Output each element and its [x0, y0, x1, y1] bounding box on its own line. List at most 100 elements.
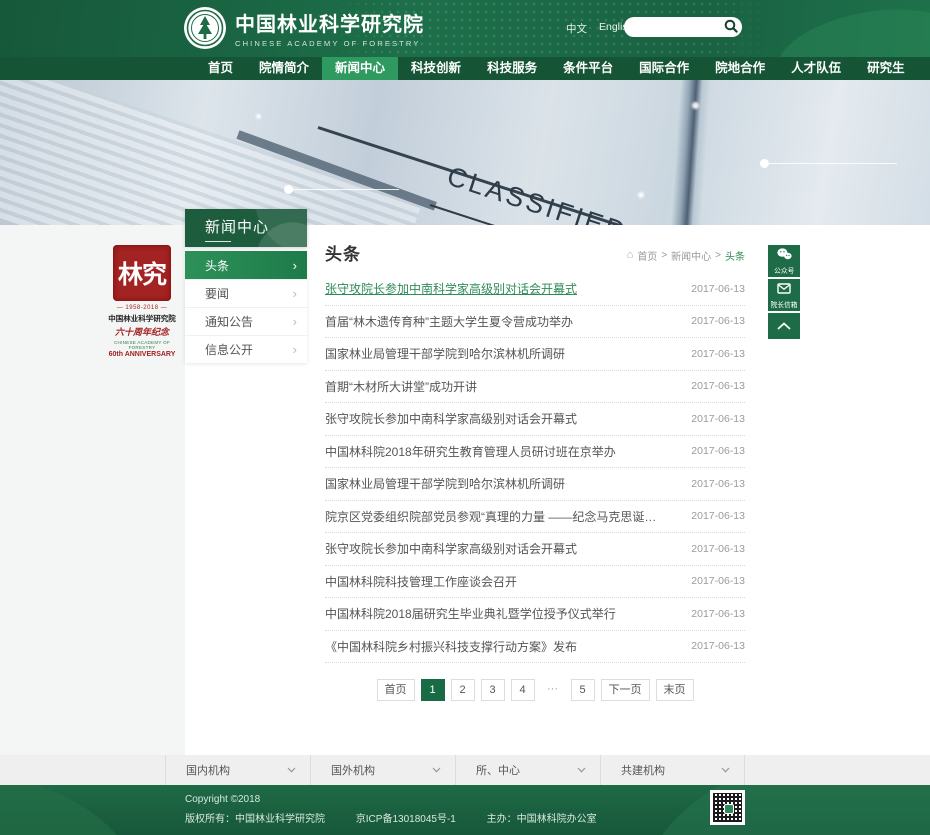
chevron-right-icon: › [293, 315, 297, 328]
home-icon: ⌂ [627, 250, 634, 261]
page-title: 头条 [325, 240, 361, 265]
anniversary-name-cn: 中国林业科学研究院 [100, 313, 184, 324]
pagination-ellipsis: ··· [541, 679, 565, 701]
pagination-last[interactable]: 末页 [656, 679, 694, 701]
sidebar-menu: 头条› 要闻› 通知公告› 信息公开› [185, 251, 307, 363]
nav-item-services[interactable]: 科技服务 [474, 57, 550, 80]
page: 中国林业科学研究院 CHINESE ACADEMY OF FORESTRY 中文… [0, 0, 930, 835]
footer-dropdown-institutes[interactable]: 所、中心 [455, 755, 600, 785]
sidebar-title: 新闻中心 [185, 209, 307, 247]
news-row: 《中国林科院乡村振兴科技支撑行动方案》发布 2017-06-13 [325, 631, 745, 664]
footer-link-bar: 国内机构 国外机构 所、中心 共建机构 [0, 755, 930, 785]
footer-rights: 版权所有：中国林业科学研究院 [185, 814, 325, 825]
wechat-official-account-button[interactable]: 公众号 [768, 245, 800, 277]
news-date: 2017-06-13 [691, 543, 745, 555]
anniversary-seal: 林究 [113, 245, 171, 301]
news-link[interactable]: 首届“林木遗传育种”主题大学生夏令营成功举办 [325, 313, 573, 330]
chevron-right-icon: › [293, 343, 297, 356]
footer-dropdown-joint[interactable]: 共建机构 [600, 755, 745, 785]
search-button[interactable] [723, 19, 739, 35]
news-date: 2017-06-13 [691, 608, 745, 620]
news-row: 首期“木材所大讲堂”成功开讲 2017-06-13 [325, 371, 745, 404]
site-header: 中国林业科学研究院 CHINESE ACADEMY OF FORESTRY 中文… [0, 0, 930, 57]
news-link[interactable]: 张守攻院长参加中南科学家高级别对话会开幕式 [325, 280, 577, 297]
footer-qr-code [710, 790, 745, 825]
nav-item-international[interactable]: 国际合作 [626, 57, 702, 80]
breadcrumb-news-link[interactable]: 新闻中心 [671, 248, 711, 263]
pagination-page-3[interactable]: 3 [481, 679, 505, 701]
news-date: 2017-06-13 [691, 413, 745, 425]
banner-bokeh-dot [256, 114, 261, 119]
nav-item-home[interactable]: 首页 [195, 57, 246, 80]
breadcrumb-home-link[interactable]: 首页 [637, 248, 657, 263]
news-link[interactable]: 国家林业局管理干部学院到哈尔滨林机所调研 [325, 345, 565, 362]
news-sidebar: 新闻中心 头条› 要闻› 通知公告› 信息公开› [185, 209, 307, 363]
site-subtitle: CHINESE ACADEMY OF FORESTRY [235, 39, 424, 48]
nav-item-party[interactable]: 党群工作 [918, 57, 930, 80]
pagination-next[interactable]: 下一页 [601, 679, 650, 701]
search-icon [724, 19, 738, 36]
news-link[interactable]: 中国林科院2018届研究生毕业典礼暨学位授予仪式举行 [325, 605, 616, 622]
carousel-indicator-right[interactable] [760, 159, 897, 168]
wechat-icon [777, 247, 792, 265]
footer-dropdown-foreign[interactable]: 国外机构 [310, 755, 455, 785]
pagination-page-5[interactable]: 5 [571, 679, 595, 701]
nav-item-talent[interactable]: 人才队伍 [778, 57, 854, 80]
news-link[interactable]: 中国林科院2018年研究生教育管理人员研讨班在京举办 [325, 443, 616, 460]
nav-item-about[interactable]: 院情简介 [246, 57, 322, 80]
main-nav: 首页 院情简介 新闻中心 科技创新 科技服务 条件平台 国际合作 院地合作 人才… [0, 57, 930, 80]
news-row: 中国林科院2018届研究生毕业典礼暨学位授予仪式举行 2017-06-13 [325, 598, 745, 631]
news-row: 张守攻院长参加中南科学家高级别对话会开幕式 2017-06-13 [325, 403, 745, 436]
header-decorative-curve [770, 0, 930, 57]
banner-paper-texture [0, 80, 422, 225]
news-link[interactable]: 张守攻院长参加中南科学家高级别对话会开幕式 [325, 540, 577, 557]
sidebar-item-headlines[interactable]: 头条› [185, 251, 307, 279]
carousel-indicator-left[interactable] [284, 185, 399, 194]
nav-item-news[interactable]: 新闻中心 [322, 57, 398, 80]
banner-folder-fold [670, 80, 711, 225]
floating-toolbar: 公众号 院长信箱 [768, 245, 800, 339]
news-link[interactable]: 《中国林科院乡村振兴科技支撑行动方案》发布 [325, 638, 577, 655]
sidebar-item-disclosure[interactable]: 信息公开› [185, 335, 307, 363]
pagination-page-2[interactable]: 2 [451, 679, 475, 701]
pagination-first[interactable]: 首页 [377, 679, 415, 701]
news-link[interactable]: 院京区党委组织院部党员参观“真理的力量 ——纪念马克思诞辰200周年主题展览 [325, 508, 665, 525]
news-row: 中国林科院科技管理工作座谈会召开 2017-06-13 [325, 566, 745, 599]
news-date: 2017-06-13 [691, 575, 745, 587]
chevron-down-icon [432, 764, 441, 776]
mail-icon [777, 281, 791, 299]
footer-icp: 京ICP备13018045号-1 [356, 814, 456, 825]
news-row: 张守攻院长参加中南科学家高级别对话会开幕式 2017-06-13 [325, 273, 745, 306]
news-date: 2017-06-13 [691, 315, 745, 327]
news-row: 国家林业局管理干部学院到哈尔滨林机所调研 2017-06-13 [325, 338, 745, 371]
nav-item-innovation[interactable]: 科技创新 [398, 57, 474, 80]
news-link[interactable]: 中国林科院科技管理工作座谈会召开 [325, 573, 517, 590]
site-logo-link[interactable]: 中国林业科学研究院 CHINESE ACADEMY OF FORESTRY [183, 6, 424, 55]
search-box [624, 17, 742, 37]
news-date: 2017-06-13 [691, 510, 745, 522]
nav-item-platform[interactable]: 条件平台 [550, 57, 626, 80]
anniversary-banner-link[interactable]: 林究 — 1958-2018 — 中国林业科学研究院 六十周年纪念 CHINES… [100, 245, 184, 358]
footer-dropdown-domestic[interactable]: 国内机构 [165, 755, 310, 785]
nav-item-regional[interactable]: 院地合作 [702, 57, 778, 80]
content-area: 林究 — 1958-2018 — 中国林业科学研究院 六十周年纪念 CHINES… [0, 225, 930, 755]
president-mailbox-button[interactable]: 院长信箱 [768, 279, 800, 311]
lang-zh-link[interactable]: 中文 [566, 21, 587, 36]
pagination-page-4[interactable]: 4 [511, 679, 535, 701]
back-to-top-button[interactable] [768, 313, 800, 339]
news-row: 国家林业局管理干部学院到哈尔滨林机所调研 2017-06-13 [325, 468, 745, 501]
anniversary-title-cn: 六十周年纪念 [100, 325, 184, 338]
news-link[interactable]: 首期“木材所大讲堂”成功开讲 [325, 378, 477, 395]
anniversary-years: — 1958-2018 — [100, 305, 184, 311]
chevron-down-icon [577, 764, 586, 776]
pagination-page-1[interactable]: 1 [421, 679, 445, 701]
sidebar-item-notices[interactable]: 通知公告› [185, 307, 307, 335]
nav-item-graduate[interactable]: 研究生 [854, 57, 918, 80]
news-date: 2017-06-13 [691, 283, 745, 295]
search-input[interactable] [634, 22, 723, 33]
news-link[interactable]: 张守攻院长参加中南科学家高级别对话会开幕式 [325, 410, 577, 427]
news-link[interactable]: 国家林业局管理干部学院到哈尔滨林机所调研 [325, 475, 565, 492]
news-date: 2017-06-13 [691, 640, 745, 652]
breadcrumb-separator: > [661, 250, 667, 261]
sidebar-item-important-news[interactable]: 要闻› [185, 279, 307, 307]
